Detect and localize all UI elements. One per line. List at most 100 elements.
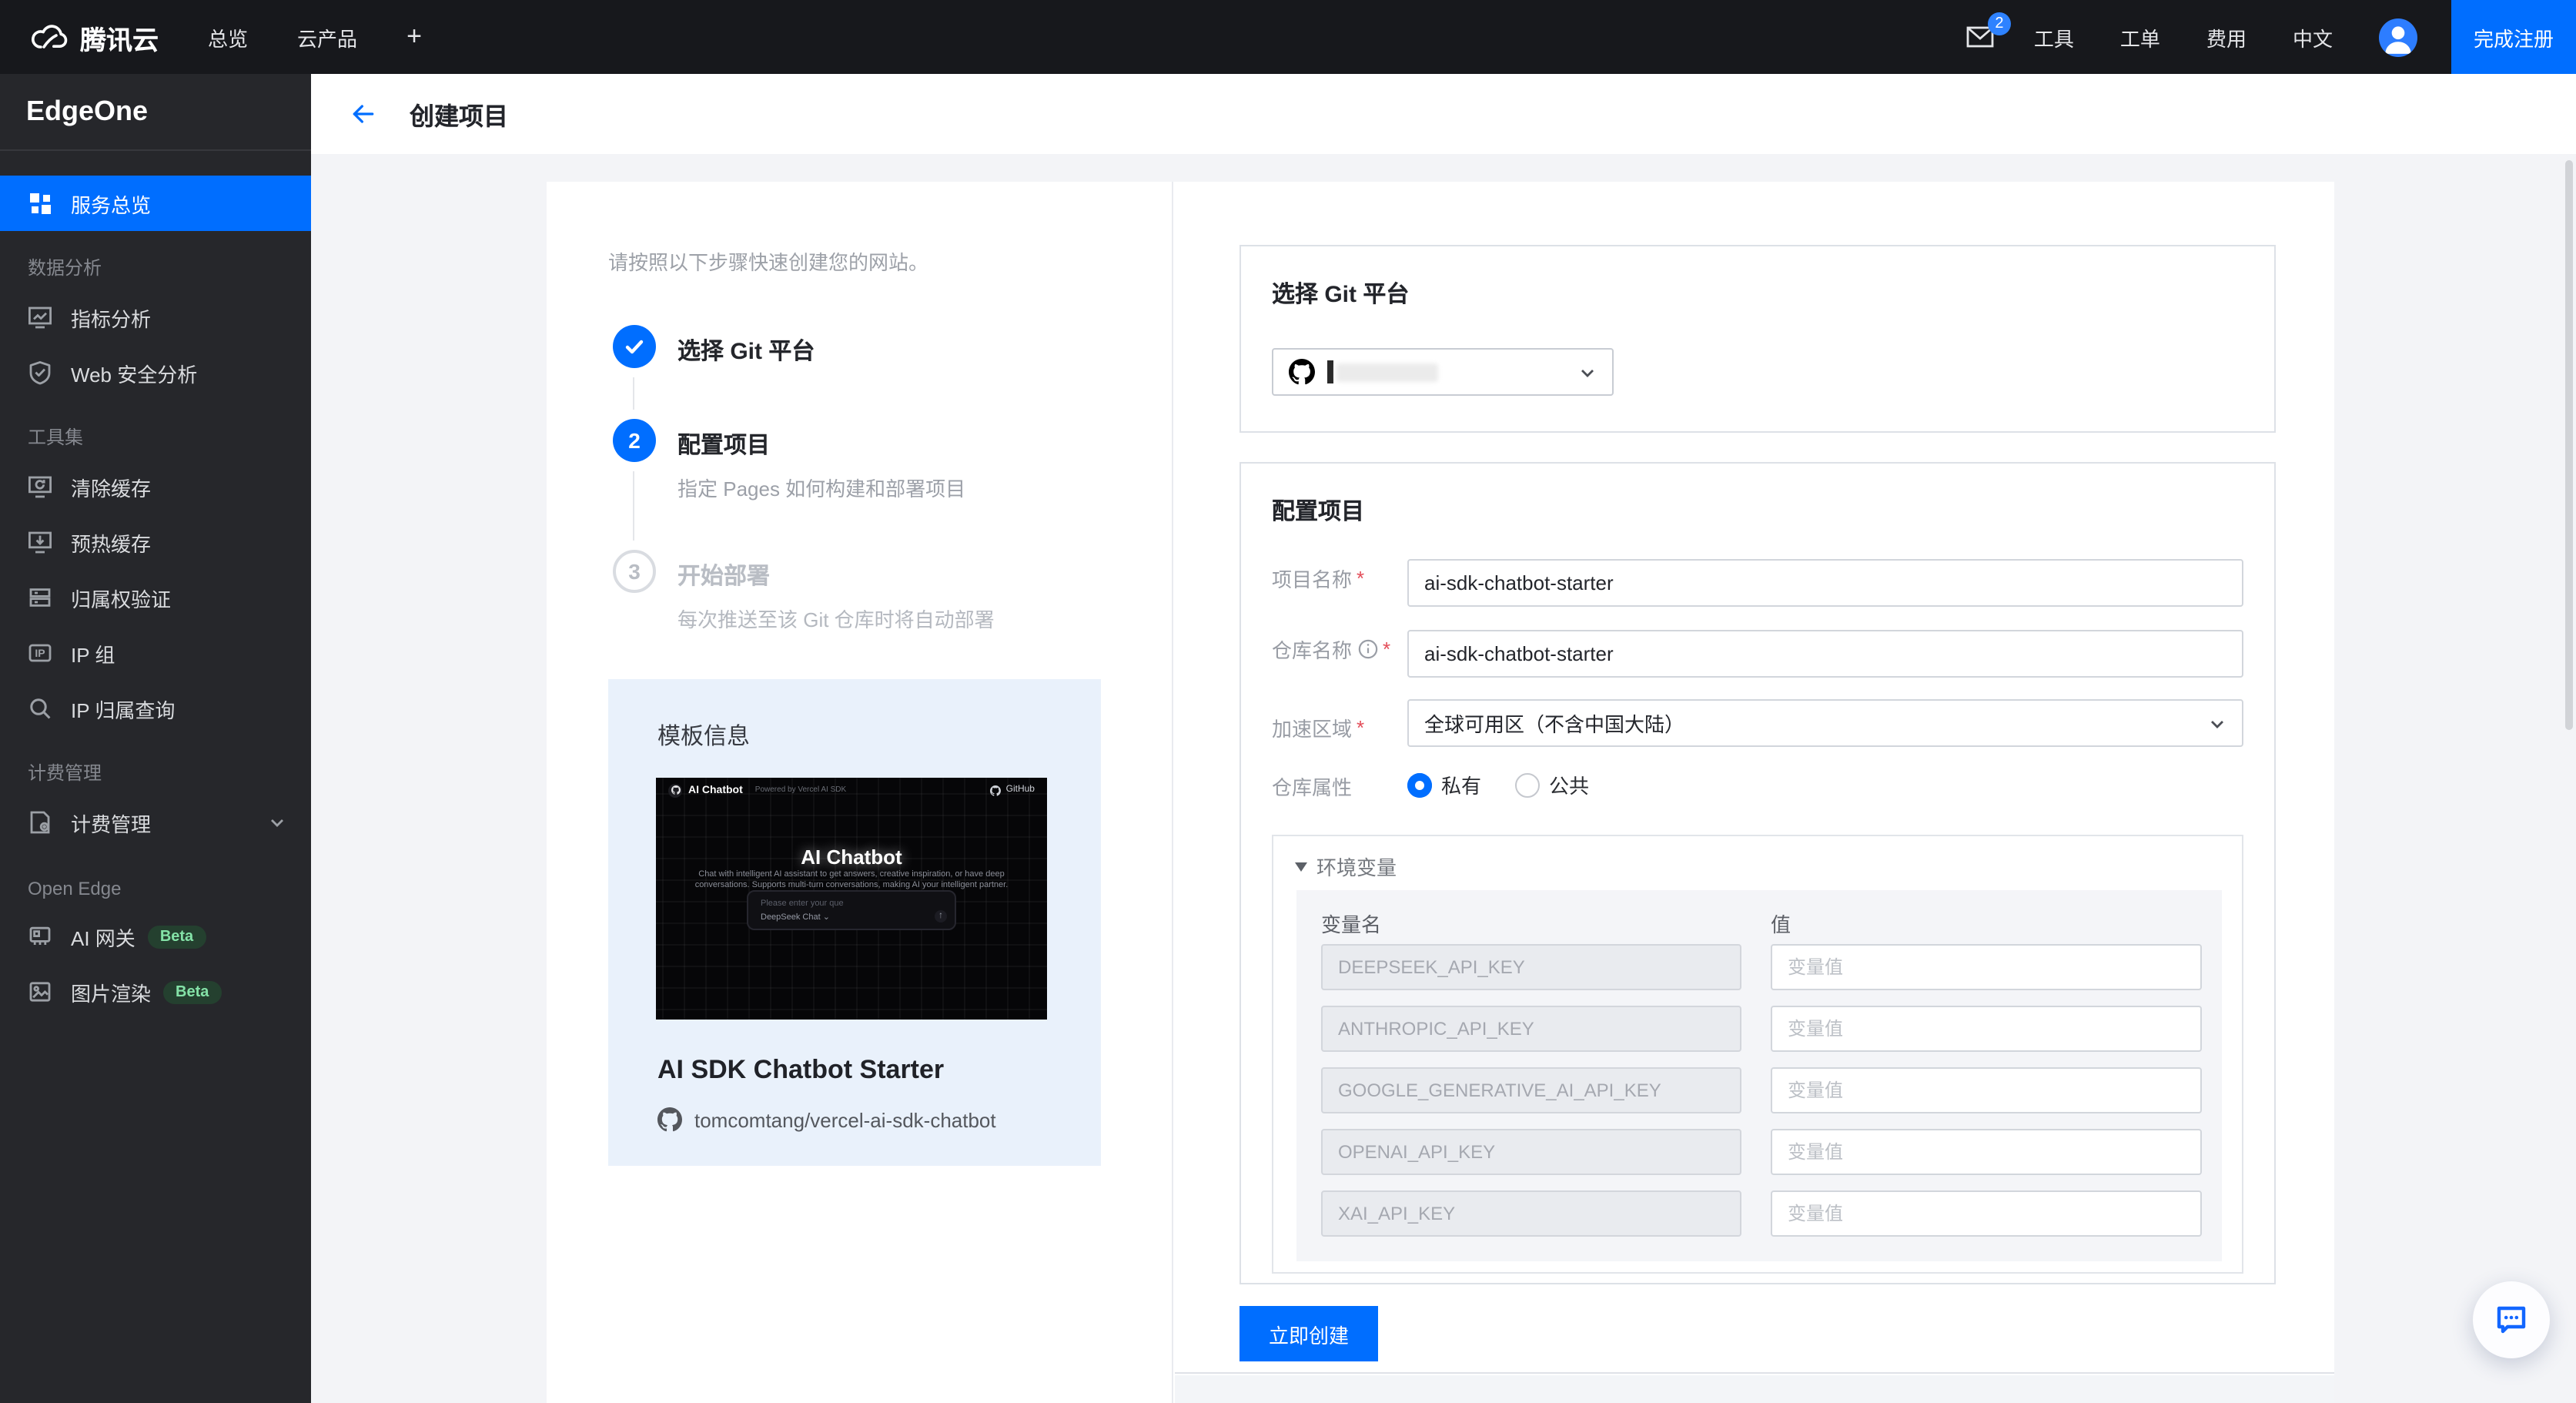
- sidebar-item-label: IP 组: [71, 638, 115, 668]
- info-icon[interactable]: [1358, 639, 1378, 659]
- env-col-name-header: 变量名: [1321, 909, 1381, 938]
- sidebar-item-ip-group[interactable]: IP IP 组: [0, 625, 311, 681]
- sidebar-item-purge-cache[interactable]: 清除缓存: [0, 459, 311, 514]
- sidebar-item-label: 指标分析: [71, 303, 151, 332]
- grid-icon: [28, 191, 52, 216]
- step2-number: 2: [628, 428, 641, 453]
- preview-model-selector: DeepSeek Chat ⌄: [761, 913, 830, 922]
- chevron-down-icon: [268, 813, 286, 832]
- repo-name-input[interactable]: [1407, 630, 2243, 678]
- env-name-input: [1321, 944, 1741, 990]
- sidebar-item-billing-management[interactable]: 计费管理: [0, 795, 311, 850]
- step1-circle: [613, 325, 656, 368]
- preview-github-label: GitHub: [1006, 785, 1035, 795]
- env-variables-box: 环境变量 变量名 值: [1272, 835, 2243, 1274]
- menu-billing[interactable]: 费用: [2206, 22, 2246, 52]
- search-icon: [28, 696, 52, 721]
- sidebar-item-prewarm-cache[interactable]: 预热缓存: [0, 514, 311, 570]
- beta-badge: Beta: [163, 980, 221, 1003]
- step-connector: [633, 471, 634, 541]
- metrics-icon: [28, 305, 52, 330]
- create-now-button[interactable]: 立即创建: [1239, 1306, 1378, 1361]
- sidebar-item-ownership-verification[interactable]: 归属权验证: [0, 570, 311, 625]
- required-asterisk: *: [1357, 567, 1364, 590]
- sidebar-item-label: 预热缓存: [71, 527, 151, 557]
- avatar[interactable]: [2379, 18, 2417, 56]
- sidebar-item-label: 归属权验证: [71, 583, 171, 612]
- radio-public[interactable]: 公共: [1515, 770, 1589, 799]
- svg-text:IP: IP: [35, 647, 45, 659]
- sidebar: EdgeOne 服务总览 数据分析 指标分析: [0, 74, 311, 1403]
- template-repo-text: tomcomtang/vercel-ai-sdk-chatbot: [694, 1108, 996, 1131]
- preview-input-placeholder: Please enter your que: [761, 899, 844, 909]
- page-header: 创建项目: [311, 74, 2576, 154]
- step2-label: 配置项目: [677, 428, 770, 460]
- template-repo-row: tomcomtang/vercel-ai-sdk-chatbot: [657, 1107, 996, 1132]
- check-icon: [624, 336, 645, 357]
- preview-brand: AI Chatbot Powered by Vercel AI SDK: [668, 783, 846, 797]
- env-value-input[interactable]: [1771, 1006, 2202, 1052]
- tencent-cloud-logo[interactable]: 腾讯云: [31, 18, 159, 56]
- project-name-input[interactable]: [1407, 559, 2243, 607]
- sidebar-item-label: AI 网关: [71, 922, 135, 951]
- menu-tools[interactable]: 工具: [2034, 22, 2074, 52]
- nav-add-button[interactable]: +: [406, 22, 422, 52]
- chevron-down-icon: [2208, 714, 2226, 732]
- support-chat-button[interactable]: [2473, 1281, 2550, 1358]
- required-asterisk: *: [1383, 638, 1390, 661]
- env-col-value-header: 值: [1771, 909, 1791, 938]
- git-platform-card: 选择 Git 平台: [1239, 245, 2276, 433]
- product-title: EdgeOne: [0, 74, 311, 151]
- complete-registration-button[interactable]: 完成注册: [2451, 0, 2576, 74]
- preview-send-button: ↑: [935, 910, 947, 922]
- sidebar-item-service-overview[interactable]: 服务总览: [0, 176, 311, 231]
- sidebar-item-label: IP 归属查询: [71, 694, 175, 723]
- back-arrow-icon[interactable]: [348, 99, 379, 129]
- env-value-input[interactable]: [1771, 1190, 2202, 1237]
- preview-heading: AI Chatbot: [656, 845, 1047, 869]
- env-variables-toggle[interactable]: 环境变量: [1295, 852, 1397, 881]
- region-select[interactable]: 全球可用区（不含中国大陆）: [1407, 699, 2243, 747]
- sidebar-item-label: 图片渲染: [71, 977, 151, 1006]
- env-value-input[interactable]: [1771, 1067, 2202, 1113]
- env-value-input[interactable]: [1771, 944, 2202, 990]
- step3-number: 3: [628, 559, 641, 584]
- preview-powered-text: Powered by Vercel AI SDK: [755, 785, 846, 795]
- chat-bubble-icon: [2493, 1301, 2530, 1338]
- menu-tickets[interactable]: 工单: [2120, 22, 2160, 52]
- messages-button[interactable]: 2: [1966, 26, 1994, 48]
- sidebar-item-image-rendering[interactable]: 图片渲染 Beta: [0, 964, 311, 1020]
- git-platform-title: 选择 Git 平台: [1272, 277, 1409, 310]
- step3-label: 开始部署: [677, 559, 770, 591]
- ownership-icon: [28, 585, 52, 610]
- project-name-label: 项目名称*: [1272, 564, 1364, 593]
- app-root: 腾讯云 总览 云产品 + 2 工具 工单 费用 中文: [0, 0, 2576, 1403]
- sidebar-item-ai-gateway[interactable]: AI 网关 Beta: [0, 909, 311, 964]
- sidebar-section-toolset: 工具集: [0, 413, 311, 459]
- vertical-scrollbar[interactable]: [2565, 160, 2573, 730]
- github-icon: [657, 1107, 682, 1132]
- sidebar-menu: 服务总览 数据分析 指标分析 Web 安全分析 工具集: [0, 151, 311, 1020]
- nav-overview[interactable]: 总览: [208, 22, 248, 52]
- env-name-input: [1321, 1190, 1741, 1237]
- steps-intro-text: 请按照以下步骤快速创建您的网站。: [608, 246, 928, 276]
- step2-circle: 2: [613, 419, 656, 462]
- menu-language[interactable]: 中文: [2293, 22, 2333, 52]
- sidebar-item-web-security[interactable]: Web 安全分析: [0, 345, 311, 400]
- image-icon: [28, 979, 52, 1004]
- sidebar-item-metrics-analysis[interactable]: 指标分析: [0, 290, 311, 345]
- preview-github-link: GitHub: [991, 785, 1035, 795]
- page-title: 创建项目: [410, 95, 508, 132]
- configure-project-card: 配置项目 项目名称* 仓库名称 * 加速区域*: [1239, 462, 2276, 1284]
- radio-private-label: 私有: [1441, 770, 1481, 799]
- git-account-redacted: [1327, 360, 1333, 383]
- prewarm-cache-icon: [28, 530, 52, 554]
- git-platform-select[interactable]: [1272, 348, 1614, 396]
- repo-visibility-label: 仓库属性: [1272, 772, 1352, 801]
- nav-products[interactable]: 云产品: [297, 22, 357, 52]
- radio-private[interactable]: 私有: [1407, 770, 1481, 799]
- env-value-input[interactable]: [1771, 1129, 2202, 1175]
- sidebar-item-ip-lookup[interactable]: IP 归属查询: [0, 681, 311, 736]
- repo-name-label: 仓库名称 *: [1272, 635, 1390, 664]
- git-account-redacted-blur: [1337, 363, 1438, 381]
